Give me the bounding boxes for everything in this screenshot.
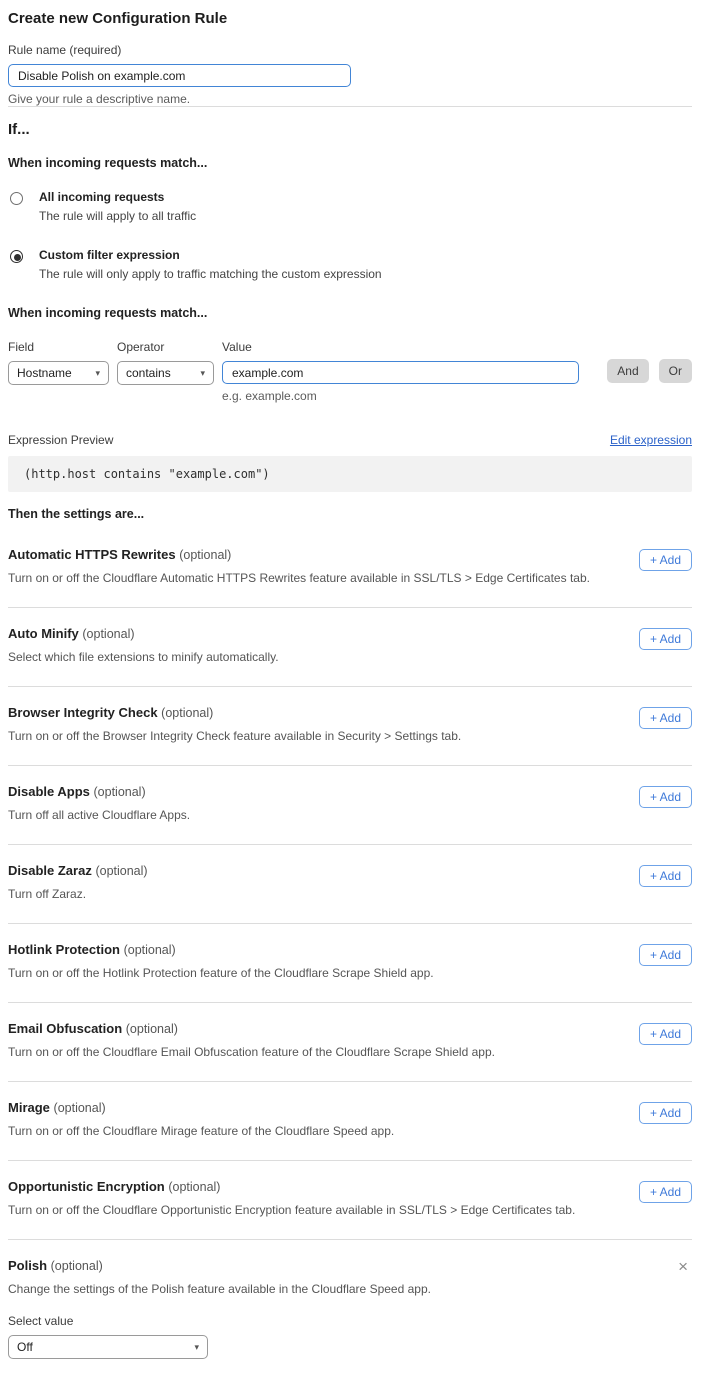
- setting-description: Turn off all active Cloudflare Apps.: [8, 808, 190, 822]
- add-button[interactable]: + Add: [639, 865, 692, 887]
- optional-label: (optional): [126, 1022, 178, 1036]
- setting-title: Email Obfuscation (optional): [8, 1021, 495, 1036]
- radio-icon-selected[interactable]: [10, 250, 23, 263]
- rule-name-label: Rule name (required): [8, 43, 692, 57]
- value-label: Value: [222, 340, 579, 354]
- setting-disable-zaraz: Disable Zaraz (optional) Turn off Zaraz.…: [8, 845, 692, 923]
- optional-label: (optional): [51, 1259, 103, 1273]
- setting-title: Automatic HTTPS Rewrites (optional): [8, 547, 590, 562]
- builder-heading: When incoming requests match...: [8, 306, 692, 320]
- optional-label: (optional): [124, 943, 176, 957]
- radio-all-incoming-requests[interactable]: All incoming requests The rule will appl…: [8, 190, 692, 223]
- optional-label: (optional): [95, 864, 147, 878]
- polish-select-value: Off: [17, 1340, 33, 1354]
- operator-column: Operator contains ▾: [117, 340, 214, 385]
- select-value-label: Select value: [8, 1314, 692, 1328]
- and-button[interactable]: And: [607, 359, 648, 383]
- setting-automatic-https-rewrites: Automatic HTTPS Rewrites (optional) Turn…: [8, 529, 692, 607]
- field-select-value: Hostname: [17, 366, 72, 380]
- expression-preview-header: Expression Preview Edit expression: [8, 433, 692, 447]
- add-button[interactable]: + Add: [639, 944, 692, 966]
- radio-description: The rule will only apply to traffic matc…: [39, 267, 382, 281]
- setting-polish: Polish (optional) Change the settings of…: [8, 1240, 692, 1359]
- radio-label: All incoming requests: [39, 190, 196, 204]
- if-heading: If...: [8, 121, 692, 138]
- optional-label: (optional): [179, 548, 231, 562]
- optional-label: (optional): [54, 1101, 106, 1115]
- setting-title: Polish (optional): [8, 1258, 431, 1273]
- setting-title: Mirage (optional): [8, 1100, 394, 1115]
- add-button[interactable]: + Add: [639, 707, 692, 729]
- setting-title: Disable Apps (optional): [8, 784, 190, 799]
- setting-description: Turn on or off the Browser Integrity Che…: [8, 729, 461, 743]
- setting-title: Disable Zaraz (optional): [8, 863, 148, 878]
- setting-browser-integrity-check: Browser Integrity Check (optional) Turn …: [8, 687, 692, 765]
- add-button[interactable]: + Add: [639, 628, 692, 650]
- setting-description: Turn on or off the Hotlink Protection fe…: [8, 966, 434, 980]
- or-button[interactable]: Or: [659, 359, 692, 383]
- add-button[interactable]: + Add: [639, 549, 692, 571]
- add-button[interactable]: + Add: [639, 786, 692, 808]
- setting-hotlink-protection: Hotlink Protection (optional) Turn on or…: [8, 924, 692, 1002]
- setting-description: Turn off Zaraz.: [8, 887, 148, 901]
- chevron-down-icon: ▾: [95, 368, 100, 379]
- setting-title: Opportunistic Encryption (optional): [8, 1179, 575, 1194]
- setting-description: Select which file extensions to minify a…: [8, 650, 279, 664]
- setting-description: Turn on or off the Cloudflare Email Obfu…: [8, 1045, 495, 1059]
- expression-builder: Field Hostname ▾ Operator contains ▾ Val…: [8, 340, 692, 403]
- radio-icon[interactable]: [10, 192, 23, 205]
- setting-opportunistic-encryption: Opportunistic Encryption (optional) Turn…: [8, 1161, 692, 1239]
- value-column: Value e.g. example.com: [222, 340, 579, 403]
- add-button[interactable]: + Add: [639, 1023, 692, 1045]
- chevron-down-icon: ▾: [200, 368, 205, 379]
- configuration-rule-form: Create new Configuration Rule Rule name …: [0, 0, 705, 1373]
- optional-label: (optional): [82, 627, 134, 641]
- radio-description: The rule will apply to all traffic: [39, 209, 196, 223]
- and-or-buttons: And Or: [597, 359, 692, 383]
- rule-name-helper: Give your rule a descriptive name.: [8, 92, 692, 106]
- operator-select-value: contains: [126, 366, 171, 380]
- setting-description: Turn on or off the Cloudflare Opportunis…: [8, 1203, 575, 1217]
- page-title: Create new Configuration Rule: [8, 10, 692, 27]
- optional-label: (optional): [168, 1180, 220, 1194]
- then-heading: Then the settings are...: [8, 507, 692, 521]
- radio-custom-filter-expression[interactable]: Custom filter expression The rule will o…: [8, 248, 692, 281]
- expression-preview-code: (http.host contains "example.com"): [8, 456, 692, 492]
- edit-expression-link[interactable]: Edit expression: [610, 433, 692, 447]
- rule-name-input[interactable]: [8, 64, 351, 87]
- close-icon[interactable]: ×: [674, 1258, 692, 1276]
- setting-description: Turn on or off the Cloudflare Mirage fea…: [8, 1124, 394, 1138]
- field-column: Field Hostname ▾: [8, 340, 109, 385]
- setting-description: Turn on or off the Cloudflare Automatic …: [8, 571, 590, 585]
- setting-title: Browser Integrity Check (optional): [8, 705, 461, 720]
- add-button[interactable]: + Add: [639, 1102, 692, 1124]
- optional-label: (optional): [94, 785, 146, 799]
- add-button[interactable]: + Add: [639, 1181, 692, 1203]
- field-select[interactable]: Hostname ▾: [8, 361, 109, 385]
- value-input[interactable]: [222, 361, 579, 384]
- chevron-down-icon: ▾: [194, 1342, 199, 1353]
- expression-preview-label: Expression Preview: [8, 433, 113, 447]
- optional-label: (optional): [161, 706, 213, 720]
- radio-label: Custom filter expression: [39, 248, 382, 262]
- setting-description: Change the settings of the Polish featur…: [8, 1282, 431, 1296]
- setting-title: Auto Minify (optional): [8, 626, 279, 641]
- setting-mirage: Mirage (optional) Turn on or off the Clo…: [8, 1082, 692, 1160]
- setting-title: Hotlink Protection (optional): [8, 942, 434, 957]
- value-helper: e.g. example.com: [222, 389, 579, 403]
- divider: [8, 106, 692, 107]
- setting-disable-apps: Disable Apps (optional) Turn off all act…: [8, 766, 692, 844]
- polish-value-select[interactable]: Off ▾: [8, 1335, 208, 1359]
- operator-select[interactable]: contains ▾: [117, 361, 214, 385]
- field-label: Field: [8, 340, 109, 354]
- match-heading: When incoming requests match...: [8, 156, 692, 170]
- setting-email-obfuscation: Email Obfuscation (optional) Turn on or …: [8, 1003, 692, 1081]
- setting-auto-minify: Auto Minify (optional) Select which file…: [8, 608, 692, 686]
- operator-label: Operator: [117, 340, 214, 354]
